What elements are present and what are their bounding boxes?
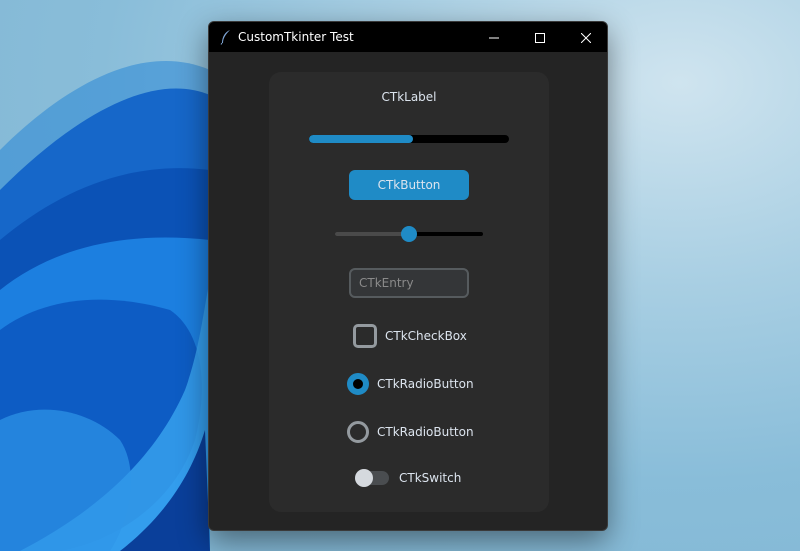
slider-handle[interactable] [401,226,417,242]
ctk-entry[interactable] [349,268,469,298]
checkbox-box[interactable] [353,324,377,348]
switch-knob[interactable] [355,469,373,487]
ctk-label: CTkLabel [381,90,437,104]
radio-1-selected-indicator[interactable] [347,373,369,395]
switch-label: CTkSwitch [399,471,462,485]
close-icon [580,28,592,47]
ctk-button[interactable]: CTkButton [349,170,469,200]
ctk-switch[interactable]: CTkSwitch [355,469,461,487]
ctk-checkbox[interactable]: CTkCheckBox [353,324,467,348]
widget-frame: CTkLabel CTkButton CTkCheckBox CTkRadioB… [269,72,549,512]
switch-track[interactable] [355,469,389,487]
radio-1-label: CTkRadioButton [377,377,474,391]
minimize-icon [489,28,499,47]
checkbox-label: CTkCheckBox [385,329,467,343]
radio-2-indicator[interactable] [347,421,369,443]
maximize-icon [535,28,545,47]
ctk-radio-button-2[interactable]: CTkRadioButton [347,421,474,443]
app-window: CustomTkinter Test CTkLabel CTkButton CT… [208,21,608,531]
ctk-radio-button-1[interactable]: CTkRadioButton [347,373,474,395]
progress-bar [309,135,509,143]
title-bar[interactable]: CustomTkinter Test [209,22,607,52]
maximize-button[interactable] [517,22,563,52]
feather-icon [219,29,233,45]
close-button[interactable] [563,22,607,52]
radio-2-label: CTkRadioButton [377,425,474,439]
minimize-button[interactable] [471,22,517,52]
slider[interactable] [335,222,483,246]
window-title: CustomTkinter Test [238,30,354,44]
progress-bar-fill [309,135,413,143]
slider-fill [335,232,409,236]
